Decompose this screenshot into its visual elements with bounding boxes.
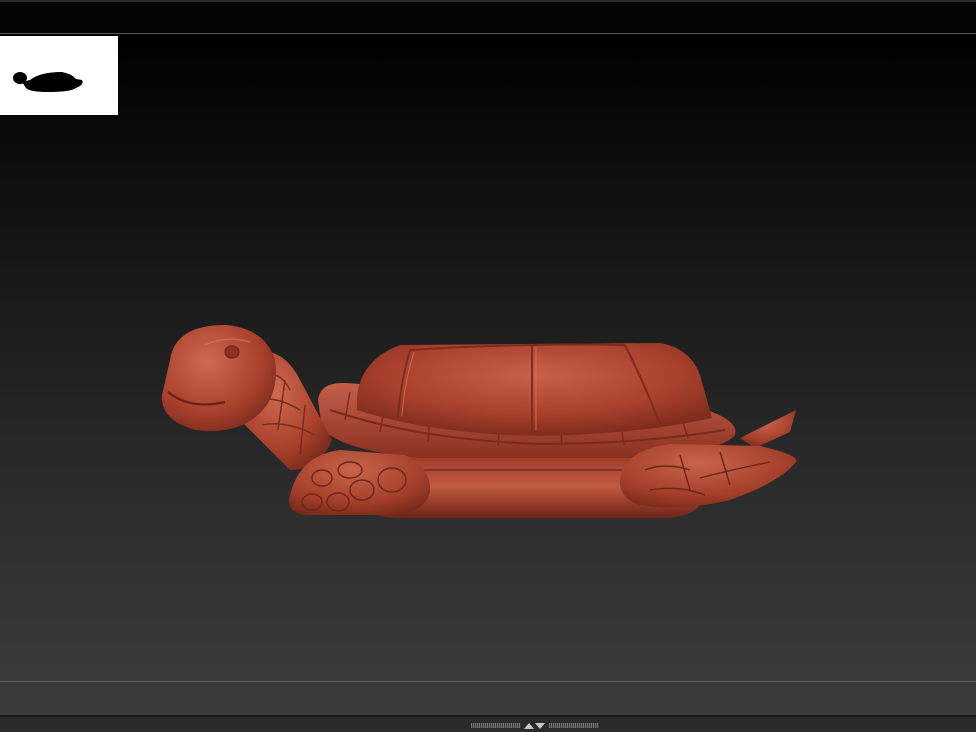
bottom-tray xyxy=(0,715,976,732)
tray-toggle-arrows-icon[interactable] xyxy=(522,721,546,730)
turtle-3d-model[interactable] xyxy=(0,35,976,681)
document-canvas[interactable] xyxy=(0,35,976,681)
navigator-thumbnail[interactable] xyxy=(0,36,118,115)
tray-grip-right[interactable] xyxy=(549,723,599,728)
bottom-shelf xyxy=(0,681,976,715)
turtle-tail xyxy=(740,410,796,448)
turtle-eye xyxy=(224,345,240,359)
app-window xyxy=(0,0,976,732)
turtle-silhouette-icon xyxy=(13,72,83,92)
tray-grip-left[interactable] xyxy=(471,723,521,728)
top-menu-bar xyxy=(0,0,976,34)
